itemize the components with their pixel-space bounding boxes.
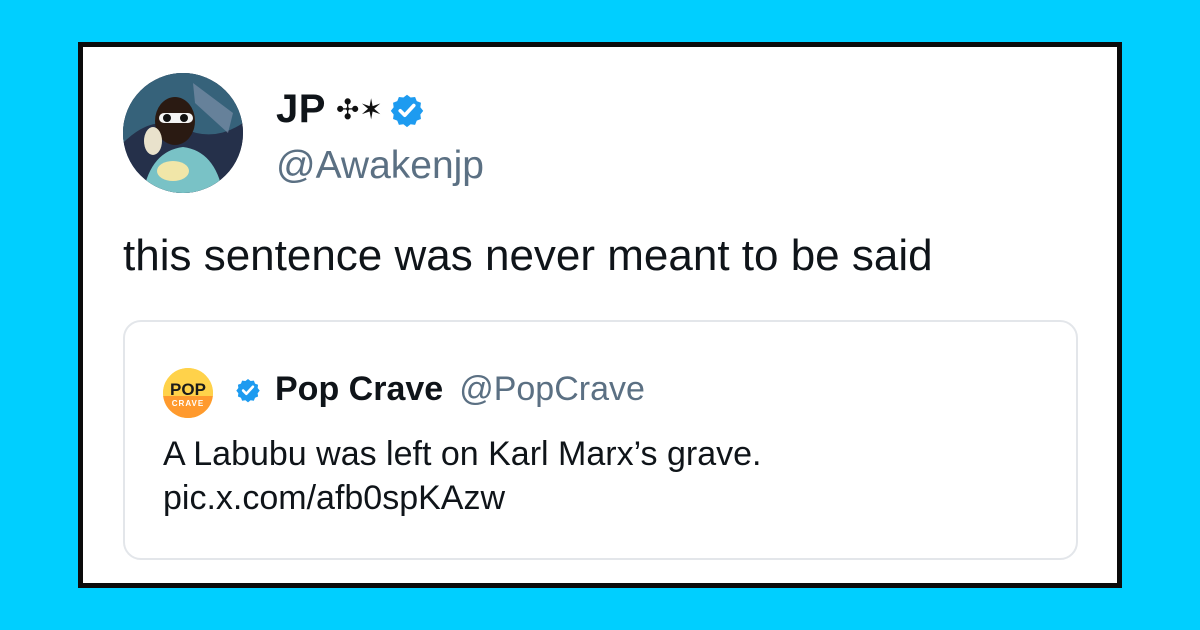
logo-text-crave: CRAVE [172,399,204,408]
author-name-row: JP ✣✶ [276,87,425,132]
quoted-author-handle[interactable]: @PopCrave [459,370,645,409]
author-avatar[interactable] [123,73,243,193]
avatar-photo [123,73,243,193]
quoted-author-row: Pop Crave @PopCrave [229,370,645,409]
quoted-author-name[interactable]: Pop Crave [275,370,443,409]
author-name-emoji: ✣✶ [335,93,383,126]
verified-badge-icon [235,377,261,403]
verified-badge-icon [389,92,425,128]
quoted-text-line: A Labubu was left on Karl Marx’s grave. [163,435,762,473]
quoted-tweet-text: A Labubu was left on Karl Marx’s grave. … [163,432,761,520]
pop-crave-logo-icon[interactable]: POP CRAVE [163,368,213,418]
author-display-name[interactable]: JP [276,87,326,132]
quoted-tweet[interactable]: POP CRAVE Pop Crave @PopCrave A Labubu w… [123,320,1078,560]
tweet-text: this sentence was never meant to be said [123,231,933,280]
tweet-card: JP ✣✶ @Awakenjp this sentence was never … [78,42,1122,588]
logo-text-pop: POP [170,380,206,399]
quoted-media-link[interactable]: pic.x.com/afb0spKAzw [163,476,761,520]
author-handle[interactable]: @Awakenjp [276,144,484,188]
